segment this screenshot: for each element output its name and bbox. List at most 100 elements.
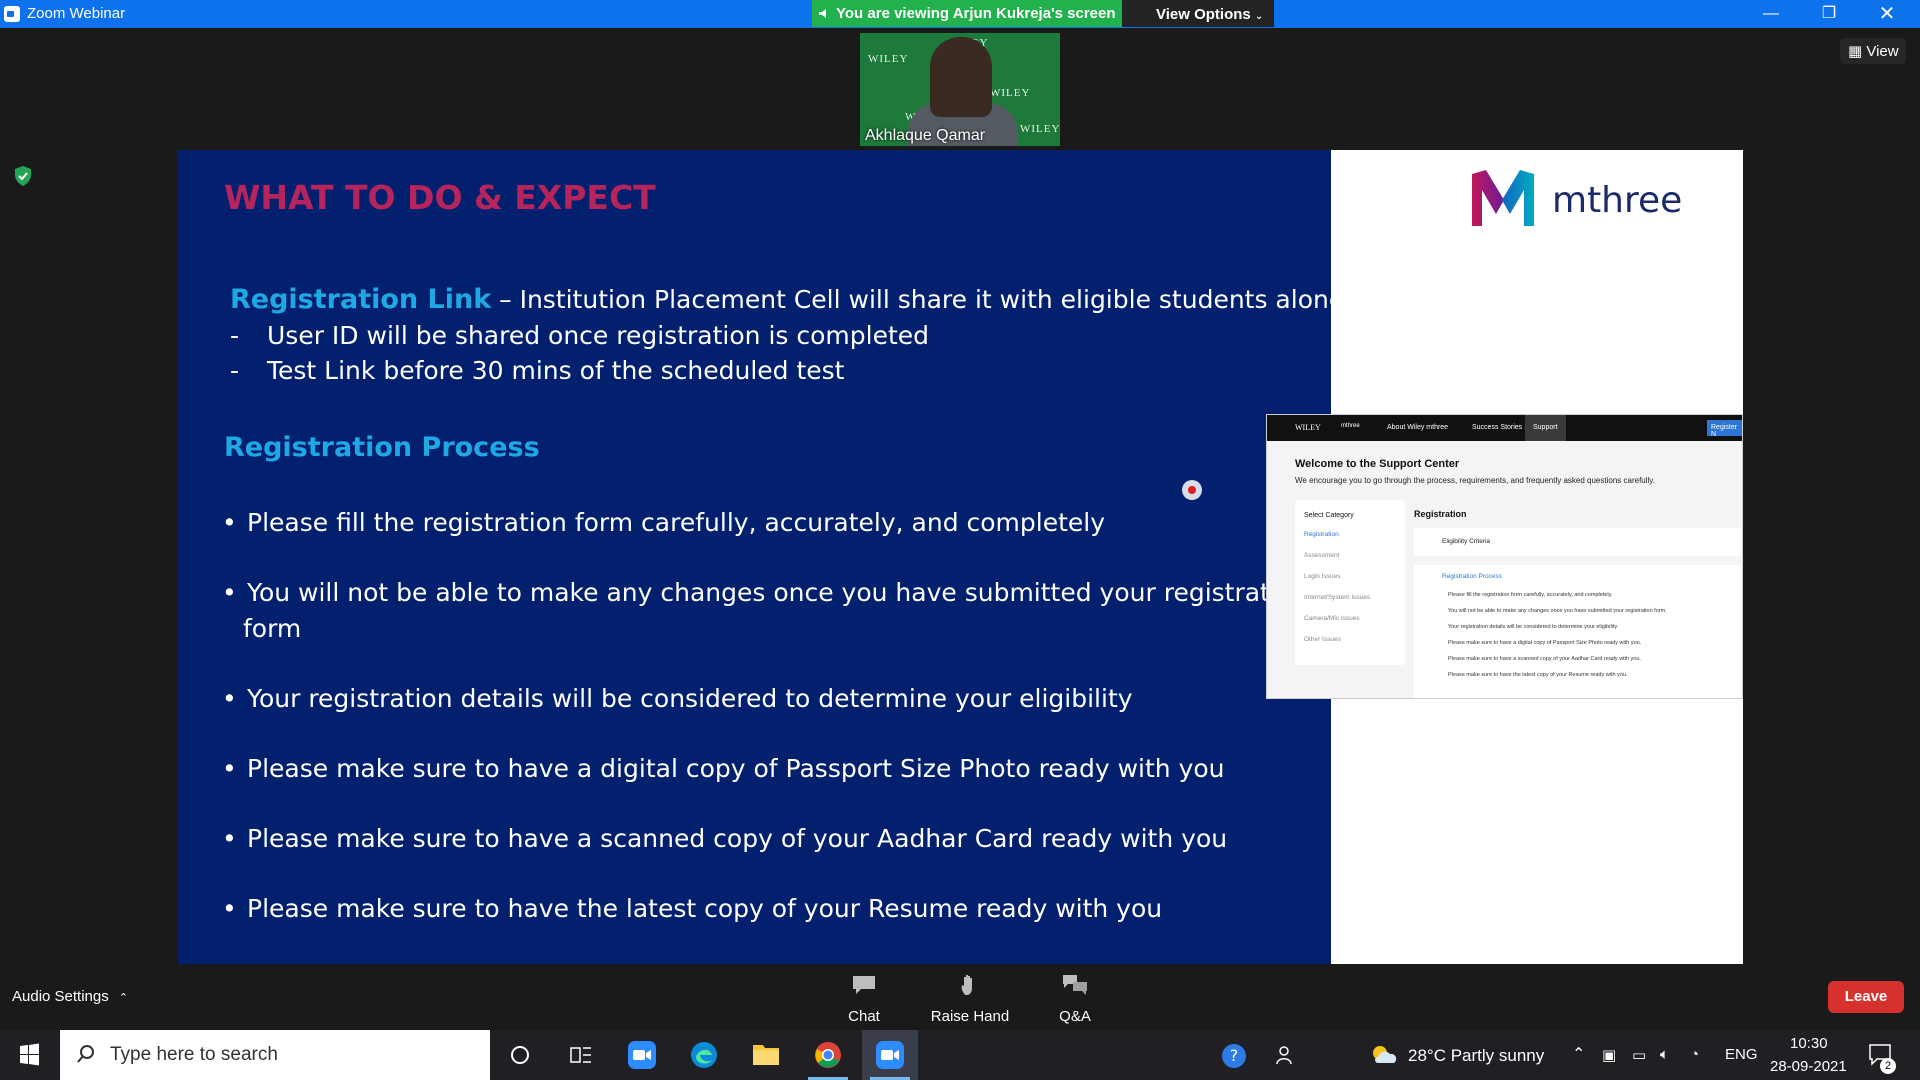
bullet-item-continued: form <box>243 614 302 643</box>
language-indicator[interactable]: ENG <box>1725 1046 1758 1063</box>
qa-icon <box>1063 975 1087 995</box>
help-icon[interactable]: ? <box>1220 1042 1248 1070</box>
dash-marker: - <box>230 356 240 385</box>
qa-button[interactable]: Q&A <box>1035 974 1115 1025</box>
welcome-heading: Welcome to the Support Center <box>1295 458 1460 470</box>
participant-video[interactable]: WILEY WILEY WILEY WILEY WILEY Akhlaque Q… <box>860 33 1060 146</box>
chrome-icon[interactable] <box>800 1030 856 1080</box>
volume-icon[interactable]: 🔈︎ <box>1660 1046 1669 1063</box>
restore-button[interactable]: ❐ <box>1806 0 1852 28</box>
process-item: Your registration details will be consid… <box>1448 624 1619 630</box>
people-icon[interactable] <box>1276 1044 1298 1066</box>
support-center-screenshot: WILEY mthree About Wiley mthree Success … <box>1266 414 1743 699</box>
category-item: Camera/Mic Issues <box>1304 615 1360 622</box>
weather-text[interactable]: 28°C Partly sunny <box>1408 1046 1544 1066</box>
bullet-item: Please make sure to have the latest copy… <box>247 894 1163 923</box>
chevron-up-icon[interactable]: ⌃ <box>1572 1044 1585 1064</box>
view-label: View <box>1866 43 1899 60</box>
chat-button[interactable]: Chat <box>824 974 904 1025</box>
slide-heading: WHAT TO DO & EXPECT <box>224 178 656 217</box>
dash-item: User ID will be shared once registration… <box>267 321 929 350</box>
dash-item: Test Link before 30 mins of the schedule… <box>267 356 845 385</box>
process-item: Please make sure to have a scanned copy … <box>1448 656 1641 662</box>
wiley-brand: WILEY <box>1295 423 1321 432</box>
category-item: Registration <box>1304 531 1339 538</box>
nav-item-support: Support <box>1525 415 1566 441</box>
process-item: Please make sure to have a digital copy … <box>1448 640 1642 646</box>
bullet-marker: • <box>222 578 237 607</box>
battery-icon[interactable]: ▭ <box>1632 1046 1646 1064</box>
notification-badge: 2 <box>1880 1058 1896 1074</box>
grid-icon: ▦ <box>1848 43 1867 60</box>
category-item: Assessment <box>1304 552 1340 559</box>
svg-text:?: ? <box>1230 1046 1239 1065</box>
dash-marker: - <box>230 321 240 350</box>
wiley-backdrop-text: WILEY <box>868 53 909 65</box>
view-button[interactable]: ▦ View <box>1840 38 1906 64</box>
eligibility-label: Eligibility Criteria <box>1442 538 1491 545</box>
minimize-button[interactable]: — <box>1748 0 1794 28</box>
bullet-item: Please make sure to have a scanned copy … <box>247 824 1228 853</box>
viewing-screen-banner: You are viewing Arjun Kukreja's screen <box>812 0 1122 27</box>
edge-icon[interactable] <box>676 1030 732 1080</box>
wifi-icon[interactable]: ◔ <box>1690 1046 1699 1063</box>
weather-icon <box>1373 1046 1397 1063</box>
participant-head <box>930 37 992 117</box>
task-view-icon[interactable] <box>552 1030 608 1080</box>
chevron-up-icon: ⌃ <box>118 992 129 1004</box>
zoom-app-icon <box>4 6 20 22</box>
registration-panel-title: Registration <box>1414 509 1467 519</box>
leave-button[interactable]: Leave <box>1828 981 1904 1013</box>
bullet-marker: • <box>222 508 237 537</box>
wiley-backdrop-text: WILEY <box>990 87 1031 99</box>
view-options-label: View Options <box>1156 6 1251 23</box>
bullet-marker: • <box>222 754 237 783</box>
chat-icon <box>853 976 875 994</box>
clock-time[interactable]: 10:30 <box>1790 1035 1828 1052</box>
process-item: Please fill the registration form carefu… <box>1448 592 1613 598</box>
close-button[interactable]: ✕ <box>1864 0 1910 28</box>
register-button: Register N <box>1707 420 1742 438</box>
welcome-subtitle: We encourage you to go through the proce… <box>1295 476 1655 485</box>
mthree-logo-icon <box>1472 170 1534 226</box>
registration-link-text: – Institution Placement Cell will share … <box>491 285 1345 314</box>
category-item: Internet/System Issues <box>1304 594 1371 601</box>
windows-start-icon[interactable] <box>0 1030 58 1080</box>
bullet-marker: • <box>222 684 237 713</box>
registration-link-line: Registration Link – Institution Placemen… <box>230 284 1344 315</box>
chat-label: Chat <box>848 1008 880 1025</box>
bullet-item: Please make sure to have a digital copy … <box>247 754 1225 783</box>
taskbar-search-box[interactable]: Type here to search <box>60 1030 490 1080</box>
search-icon <box>77 1045 94 1063</box>
shield-icon[interactable] <box>14 166 32 186</box>
audio-settings-button[interactable]: Audio Settings ⌃ <box>12 988 128 1005</box>
mthree-brand: mthree <box>1341 423 1360 429</box>
raise-hand-button[interactable]: Raise Hand <box>930 974 1010 1025</box>
raise-hand-label: Raise Hand <box>930 1008 1010 1025</box>
bullet-marker: • <box>222 894 237 923</box>
nav-item: Success Stories <box>1472 424 1523 431</box>
zoom-taskbar-icon[interactable] <box>614 1030 670 1080</box>
process-item: Please make sure to have the latest copy… <box>1448 672 1628 678</box>
category-item: Login Issues <box>1304 573 1341 580</box>
clock-date[interactable]: 28-09-2021 <box>1770 1058 1847 1075</box>
wiley-backdrop-text: WILEY <box>1020 123 1060 135</box>
registration-link-label: Registration Link <box>230 284 492 315</box>
device-icon[interactable]: ▣ <box>1602 1046 1616 1064</box>
viewing-screen-text: You are viewing Arjun Kukreja's screen <box>836 5 1116 22</box>
window-title: Zoom Webinar <box>27 5 126 22</box>
cortana-icon[interactable] <box>492 1030 548 1080</box>
process-box: Registration Process Please fill the reg… <box>1414 565 1742 698</box>
audio-settings-label: Audio Settings <box>12 988 109 1005</box>
file-explorer-icon[interactable] <box>738 1030 794 1080</box>
view-options-button[interactable]: View Options ⌄ <box>1122 0 1274 27</box>
mthree-wordmark: mthree <box>1552 180 1683 221</box>
zoom-webinar-taskbar-icon[interactable] <box>862 1030 918 1080</box>
bullet-marker: • <box>222 824 237 853</box>
bullet-item: You will not be able to make any changes… <box>247 578 1308 607</box>
registration-process-heading: Registration Process <box>224 432 540 463</box>
hand-icon <box>961 975 972 995</box>
laser-pointer <box>1182 480 1202 500</box>
speaker-icon <box>819 9 826 18</box>
bullet-item: Please fill the registration form carefu… <box>247 508 1106 537</box>
